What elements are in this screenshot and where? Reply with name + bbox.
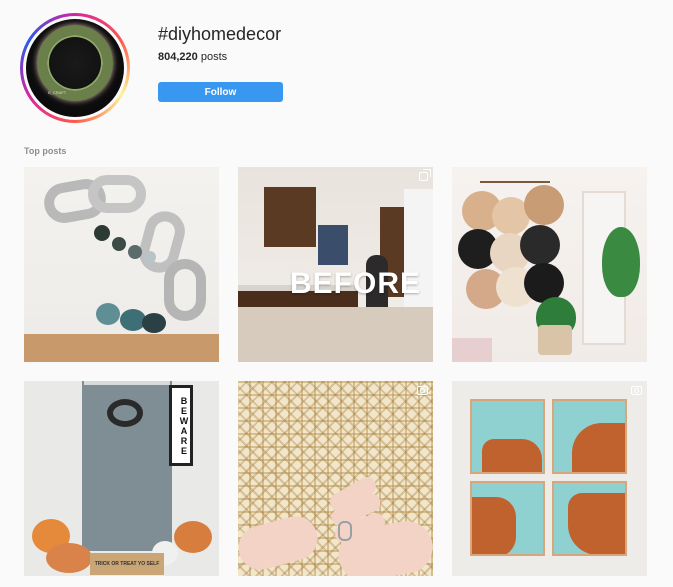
video-icon [417,386,428,395]
hashtag-title: #diyhomedecor [158,24,282,44]
post-tile-5[interactable] [238,381,433,576]
avatar-inner: B_CRAFT [23,16,127,120]
post-count-suffix: posts [200,51,228,63]
doormat-text: TRICK OR TREAT YO SELF [90,553,164,575]
carousel-icon [419,169,431,181]
top-posts-label: Top posts [24,146,67,156]
avatar-caption: B_CRAFT [48,90,67,95]
hashtag-avatar: B_CRAFT [20,13,130,123]
beware-sign: BEWARE [169,385,193,466]
video-icon [631,386,642,395]
post-count-number: 804,220 [158,51,198,63]
post-tile-4[interactable]: BEWARE TRICK OR TREAT YO SELF [24,381,219,576]
post-tile-3[interactable] [452,167,647,362]
post-tile-6[interactable] [452,381,647,576]
follow-button[interactable]: Follow [158,82,283,102]
before-overlay-text: BEFORE [290,267,422,300]
post-count: 804,220 posts [158,51,227,63]
post-tile-2[interactable]: BEFORE [238,167,433,362]
avatar-image: B_CRAFT [26,19,124,117]
post-tile-1[interactable] [24,167,219,362]
